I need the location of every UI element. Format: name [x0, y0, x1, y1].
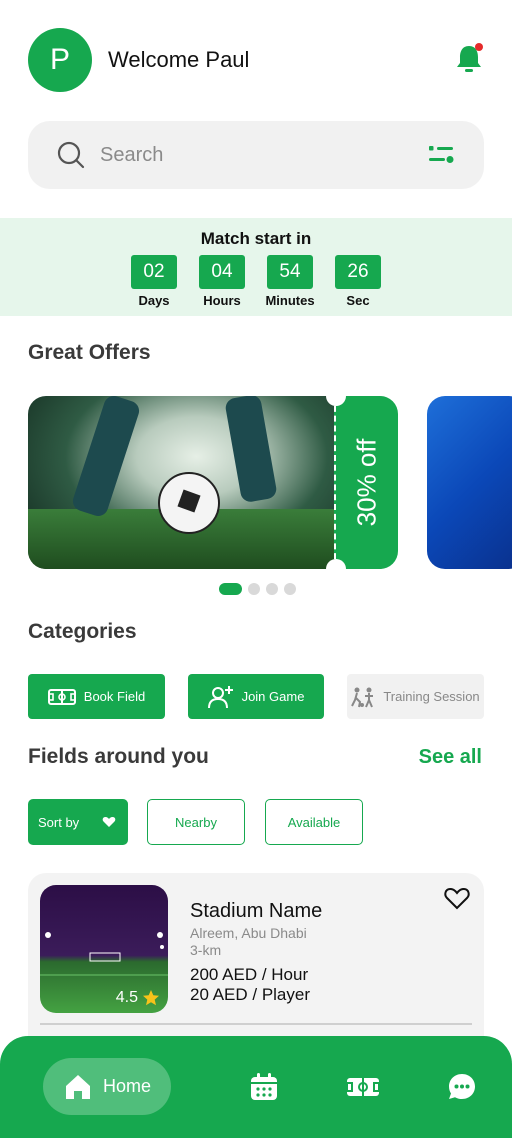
stadium-location: Alreem, Abu Dhabi: [190, 925, 307, 941]
filter-icon[interactable]: [426, 140, 456, 170]
pagination-dot[interactable]: [266, 583, 278, 595]
carousel-pagination: [219, 583, 296, 595]
star-icon: [143, 990, 159, 1006]
categories-title: Categories: [28, 620, 137, 643]
countdown-hours: 04 Hours: [199, 255, 245, 308]
category-training-session[interactable]: Training Session: [347, 674, 484, 719]
category-label: Training Session: [383, 689, 480, 704]
offer-card-next[interactable]: [427, 396, 512, 569]
countdown-label: Hours: [203, 293, 241, 308]
welcome-text: Welcome Paul: [108, 47, 250, 72]
calendar-icon[interactable]: [249, 1072, 279, 1102]
stadium-distance: 3-km: [190, 942, 222, 958]
countdown-title: Match start in: [200, 229, 312, 248]
price-per-player: 20 AED / Player: [190, 985, 311, 1004]
field-icon[interactable]: [346, 1072, 380, 1102]
countdown-minutes: 54 Minutes: [265, 255, 315, 308]
nav-home[interactable]: Home: [43, 1058, 171, 1115]
offer-card[interactable]: 30% off: [28, 396, 398, 569]
search-icon: [57, 141, 85, 169]
field-icon: [47, 688, 76, 705]
offer-discount-tag: 30% off: [326, 396, 398, 569]
favorite-heart-icon[interactable]: [444, 885, 470, 911]
nav-home-label: Home: [102, 1076, 151, 1096]
category-join-game[interactable]: Join Game: [188, 674, 324, 719]
stadium-name: Stadium Name: [190, 900, 323, 922]
countdown-value: 54: [267, 255, 313, 289]
countdown-label: Minutes: [265, 293, 315, 308]
sort-label: Sort by: [38, 814, 80, 830]
filter-nearby[interactable]: Nearby: [147, 799, 245, 845]
search-input[interactable]: [100, 143, 426, 167]
pagination-dot[interactable]: [284, 583, 296, 595]
football-image: [158, 472, 220, 534]
countdown-days: 02 Days: [131, 255, 177, 308]
bottom-navigation: Home: [0, 1036, 512, 1138]
fields-title: Fields around you: [28, 745, 209, 768]
chat-icon[interactable]: [447, 1072, 477, 1102]
pagination-dot[interactable]: [248, 583, 260, 595]
pagination-dot-active[interactable]: [219, 583, 242, 595]
home-icon: [65, 1074, 90, 1099]
sort-by-dropdown[interactable]: Sort by: [28, 799, 128, 845]
notification-bell-icon[interactable]: [454, 42, 484, 76]
see-all-link[interactable]: See all: [419, 746, 482, 769]
offer-discount: 30% off: [351, 438, 382, 527]
rating-badge: 4.5: [116, 989, 160, 1007]
countdown-value: 02: [131, 255, 177, 289]
countdown-value: 26: [335, 255, 381, 289]
filter-available[interactable]: Available: [265, 799, 363, 845]
rating-value: 4.5: [115, 989, 138, 1006]
heart-dropdown-icon: [102, 817, 116, 827]
search-bar: [28, 121, 484, 189]
price-per-hour: 200 AED / Hour: [190, 965, 309, 984]
training-icon: [351, 687, 374, 707]
countdown-seconds: 26 Sec: [335, 255, 381, 308]
category-book-field[interactable]: Book Field: [28, 674, 165, 719]
countdown-label: Sec: [346, 293, 370, 308]
stadium-image: 4.5: [40, 885, 168, 1013]
add-user-icon: [207, 685, 233, 708]
avatar[interactable]: P: [28, 28, 92, 92]
countdown-value: 04: [199, 255, 245, 289]
category-label: Join Game: [241, 689, 305, 704]
category-label: Book Field: [83, 689, 146, 704]
match-countdown: Match start in 02 Days 04 Hours 54 Minut…: [0, 218, 512, 316]
header: P Welcome Paul: [28, 28, 484, 92]
offers-title: Great Offers: [28, 341, 151, 364]
card-divider: [40, 1023, 472, 1025]
countdown-label: Days: [138, 293, 170, 308]
offer-image: [28, 396, 334, 569]
